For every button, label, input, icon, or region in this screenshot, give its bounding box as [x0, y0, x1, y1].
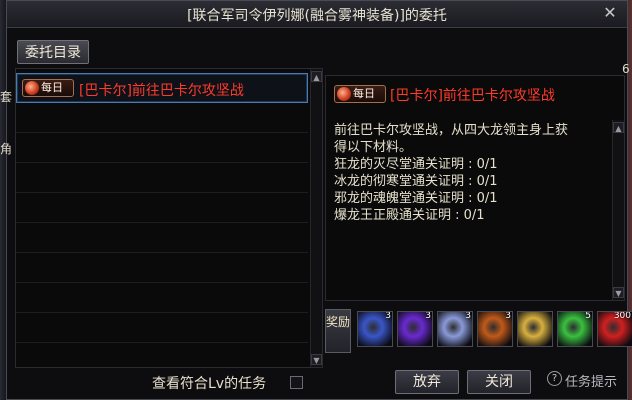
reward-count: 5 [585, 311, 591, 321]
reward-label: 奖励 [325, 309, 351, 353]
scroll-down-icon[interactable]: ▼ [613, 287, 624, 298]
description-line: 得以下材料。 [334, 140, 413, 155]
empty-list-row [16, 223, 308, 253]
quest-list-item[interactable]: 每日 [巴卡尔]前往巴卡尔攻坚战 [16, 73, 308, 103]
commission-window: [联合军司令伊列娜(融合雾神装备)]的委托 ✕ 委托目录 每日 [巴卡尔]前往巴… [6, 0, 632, 400]
quest-detail-panel: 每日 [巴卡尔]前往巴卡尔攻坚战 前往巴卡尔攻坚战，从四大龙领主身上获 得以下材… [325, 75, 625, 301]
reward-count: 300 [613, 311, 631, 321]
abandon-button[interactable]: 放弃 [395, 370, 459, 394]
empty-list-row [16, 253, 308, 283]
empty-list-row [16, 283, 308, 313]
close-button[interactable]: 关闭 [467, 370, 531, 394]
purple-crystal-icon[interactable]: 3 [397, 311, 433, 347]
level-filter-checkbox[interactable] [290, 376, 303, 389]
tab-commission-list[interactable]: 委托目录 [17, 40, 89, 64]
scroll-down-icon[interactable]: ▼ [311, 354, 322, 365]
quest-list-item-label: [巴卡尔]前往巴卡尔攻坚战 [79, 83, 244, 99]
requirement-line: 狂龙的灭尽堂通关证明 : 0/1 [334, 157, 498, 172]
title-bar[interactable]: [联合军司令伊列娜(融合雾神装备)]的委托 ✕ [7, 1, 627, 28]
daily-swirl-icon [25, 81, 39, 95]
red-gem-icon[interactable]: 300 [597, 311, 632, 347]
close-icon[interactable]: ✕ [601, 4, 619, 22]
quest-hint-link[interactable]: 任务提示 [565, 371, 617, 390]
window-title: [联合军司令伊列娜(融合雾神装备)]的委托 [187, 8, 447, 24]
detail-title: [巴卡尔]前往巴卡尔攻坚战 [390, 88, 555, 104]
reward-count: 3 [505, 311, 511, 321]
daily-badge: 每日 [22, 79, 74, 97]
edge-char: 角 [0, 142, 13, 156]
level-filter-label: 查看符合Lv的任务 [152, 376, 267, 392]
empty-list-row [16, 313, 308, 343]
description-line: 前往巴卡尔攻坚战，从四大龙领主身上获 [334, 123, 569, 138]
requirement-line: 冰龙的彻寒堂通关证明 : 0/1 [334, 174, 498, 189]
quest-list-scrollbar[interactable]: ▲ ▼ [310, 69, 322, 367]
green-orb-icon[interactable]: 5 [557, 311, 593, 347]
requirement-line: 邪龙的魂魄堂通关证明 : 0/1 [334, 191, 498, 206]
daily-swirl-icon [337, 87, 351, 101]
dragon-scale-icon[interactable]: 3 [477, 311, 513, 347]
detail-scrollbar[interactable]: ▲ ▼ [612, 120, 624, 300]
detail-header: 每日 [巴卡尔]前往巴卡尔攻坚战 [332, 84, 618, 104]
daily-badge: 每日 [334, 85, 386, 103]
scroll-up-icon[interactable]: ▲ [613, 122, 624, 133]
reward-count: 3 [385, 311, 391, 321]
empty-list-row [16, 103, 308, 133]
reward-bar: 奖励 3 3 3 3 5 300 [325, 307, 632, 355]
reward-count: 3 [425, 311, 431, 321]
requirement-line: 爆龙王正殿通关证明 : 0/1 [334, 208, 485, 223]
quest-list-panel: 每日 [巴卡尔]前往巴卡尔攻坚战 ▲ ▼ [15, 68, 323, 368]
empty-list-row [16, 133, 308, 163]
silver-crystal-icon[interactable]: 3 [437, 311, 473, 347]
empty-list-row [16, 163, 308, 193]
empty-list-row [16, 193, 308, 223]
gold-coin-icon[interactable] [517, 311, 553, 347]
quest-description: 前往巴卡尔攻坚战，从四大龙领主身上获 得以下材料。 狂龙的灭尽堂通关证明 : 0… [334, 122, 604, 224]
blue-crystal-icon[interactable]: 3 [357, 311, 393, 347]
scroll-up-icon[interactable]: ▲ [311, 71, 322, 82]
help-icon[interactable]: ? [547, 371, 562, 386]
reward-count: 3 [465, 311, 471, 321]
edge-char: 套 [0, 90, 13, 104]
edge-number: 6 [622, 62, 630, 76]
